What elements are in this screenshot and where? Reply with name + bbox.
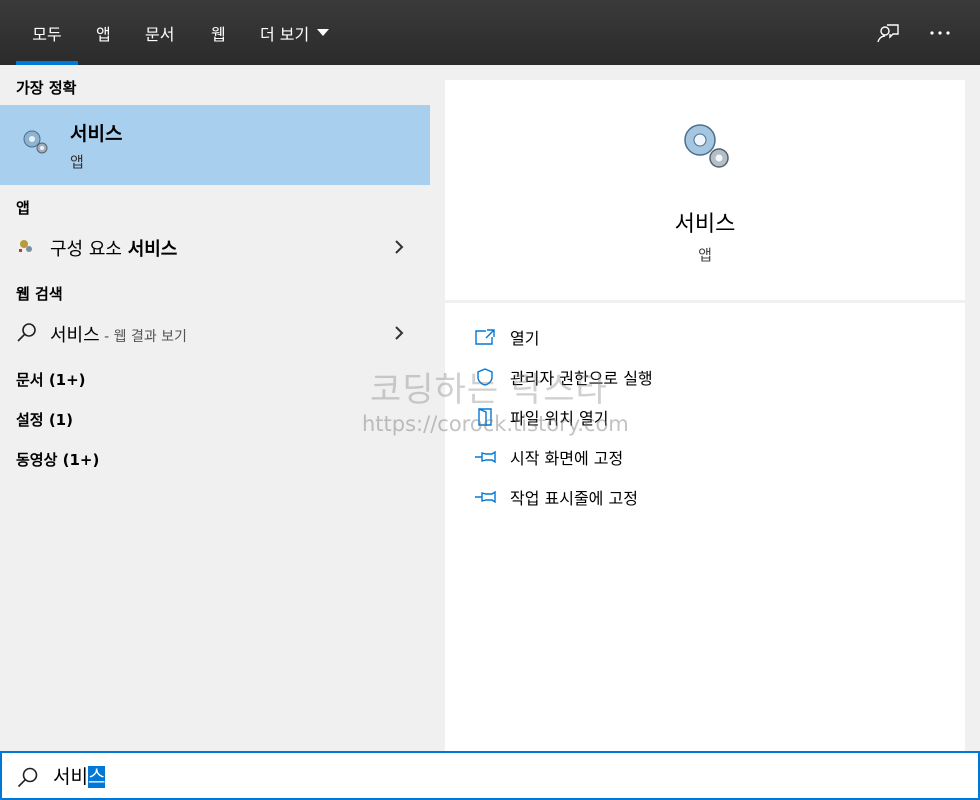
action-open[interactable]: 열기 [473, 322, 539, 352]
category-videos[interactable]: 동영상 (1+) [16, 449, 99, 470]
app-item-prefix: 구성 요소 [50, 239, 128, 260]
pin-icon [473, 486, 497, 508]
tab-label: 웹 [211, 24, 226, 44]
tab-label: 앱 [96, 24, 111, 44]
best-match-subtitle: 앱 [70, 153, 84, 171]
gears-icon [678, 118, 734, 178]
gears-icon [20, 127, 50, 161]
app-item-label: 구성 요소 서비스 [50, 235, 177, 261]
search-icon [16, 321, 38, 347]
category-settings[interactable]: 설정 (1) [16, 409, 73, 430]
action-pin-to-taskbar[interactable]: 작업 표시줄에 고정 [473, 482, 638, 512]
preview-subtitle: 앱 [698, 246, 712, 264]
apps-heading: 앱 [16, 199, 30, 217]
search-input-selection: 스 [87, 766, 106, 788]
open-icon [473, 326, 497, 348]
best-match-heading: 가장 정확 [16, 79, 77, 97]
app-item-bold: 서비스 [127, 239, 178, 260]
list-item-web-search[interactable]: 서비스 - 웹 결과 보기 [0, 311, 430, 355]
component-services-icon [18, 238, 34, 258]
tab-label: 모두 [32, 24, 62, 44]
watermark-url: https://corock.tistory.com [362, 412, 629, 436]
results-pane: 가장 정확 서비스 앱 앱 구성 요소 서비스 웹 검색 서비스 - 웹 결과 … [0, 65, 430, 751]
web-item-text: 서비스 [50, 325, 100, 346]
chevron-right-icon [395, 326, 404, 340]
best-match-item[interactable]: 서비스 앱 [0, 105, 430, 185]
scrollbar[interactable] [966, 65, 980, 751]
tab-web[interactable]: 웹 [211, 0, 226, 65]
action-label: 시작 화면에 고정 [510, 449, 624, 468]
tab-all[interactable]: 모두 [16, 0, 78, 65]
web-item-label: 서비스 - 웹 결과 보기 [50, 321, 187, 347]
preview-title: 서비스 [674, 212, 736, 237]
category-documents[interactable]: 문서 (1+) [16, 369, 86, 390]
feedback-icon[interactable] [873, 18, 903, 48]
tab-apps[interactable]: 앱 [96, 0, 111, 65]
list-item-component-services[interactable]: 구성 요소 서비스 [0, 225, 430, 269]
search-icon [16, 765, 40, 793]
search-input-text: 서비 [53, 766, 88, 788]
action-label: 작업 표시줄에 고정 [510, 489, 638, 508]
tab-more[interactable]: 더 보기 [260, 0, 330, 65]
tab-documents[interactable]: 문서 [145, 0, 174, 65]
preview-card: 서비스 앱 [445, 80, 965, 300]
search-box[interactable]: 서비스 [0, 751, 980, 800]
best-match-title: 서비스 [70, 123, 123, 145]
pin-icon [473, 446, 497, 468]
search-input[interactable]: 서비스 [53, 762, 106, 789]
chevron-down-icon [317, 29, 330, 36]
action-label: 열기 [510, 329, 540, 348]
web-search-heading: 웹 검색 [16, 285, 63, 303]
action-pin-to-start[interactable]: 시작 화면에 고정 [473, 442, 623, 472]
top-tab-bar: 모두 앱 문서 웹 더 보기 [0, 0, 980, 65]
chevron-right-icon [395, 240, 404, 254]
tab-label: 문서 [145, 24, 175, 44]
more-options-icon[interactable] [925, 18, 955, 48]
web-item-sub: - 웹 결과 보기 [99, 329, 187, 345]
tab-label: 더 보기 [260, 24, 310, 44]
watermark-title: 코딩하는 락스타 [370, 370, 608, 410]
